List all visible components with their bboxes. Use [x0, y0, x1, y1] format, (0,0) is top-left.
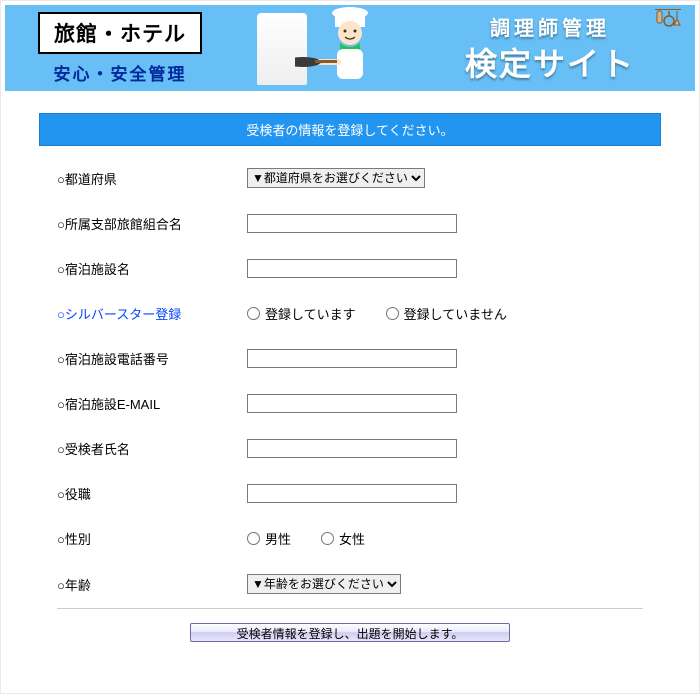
input-facility-email[interactable] — [247, 394, 457, 413]
radio-gender-female[interactable]: 女性 — [321, 529, 365, 548]
input-facility-phone[interactable] — [247, 349, 457, 368]
row-prefecture: ○都道府県 ▼都道府県をお選びください — [57, 168, 643, 188]
label-examinee-name: ○受検者氏名 — [57, 439, 247, 458]
registration-form: ○都道府県 ▼都道府県をお選びください ○所属支部旅館組合名 ○宿泊施設名 ○シ… — [39, 168, 661, 594]
row-examinee-name: ○受検者氏名 — [57, 439, 643, 458]
input-branch-union[interactable] — [247, 214, 457, 233]
banner-right-line2: 検定サイト — [465, 39, 635, 85]
banner-left: 旅館・ホテル 安心・安全管理 — [5, 5, 235, 91]
banner-illustration — [235, 5, 405, 91]
radio-gender-male-input[interactable] — [247, 532, 260, 545]
row-age: ○年齢 ▼年齢をお選びください — [57, 574, 643, 594]
input-position[interactable] — [247, 484, 457, 503]
row-silver-star: ○シルバースター登録 登録しています 登録していません — [57, 304, 643, 323]
radio-silver-no-input[interactable] — [386, 307, 399, 320]
content-area: 受検者の情報を登録してください。 ○都道府県 ▼都道府県をお選びください ○所属… — [39, 113, 661, 642]
label-silver-star: ○シルバースター登録 — [57, 304, 247, 323]
row-facility-phone: ○宿泊施設電話番号 — [57, 349, 643, 368]
select-prefecture[interactable]: ▼都道府県をお選びください — [247, 168, 425, 188]
row-position: ○役職 — [57, 484, 643, 503]
banner-left-subtitle: 安心・安全管理 — [54, 60, 187, 85]
input-facility-name[interactable] — [247, 259, 457, 278]
radio-silver-yes[interactable]: 登録しています — [247, 304, 356, 323]
label-prefecture: ○都道府県 — [57, 169, 247, 188]
input-examinee-name[interactable] — [247, 439, 457, 458]
label-gender: ○性別 — [57, 529, 247, 548]
select-age[interactable]: ▼年齢をお選びください — [247, 574, 401, 594]
radio-silver-yes-label: 登録しています — [265, 304, 356, 323]
radio-gender-male[interactable]: 男性 — [247, 529, 291, 548]
label-facility-email: ○宿泊施設E-MAIL — [57, 394, 247, 413]
page-root: 旅館・ホテル 安心・安全管理 — [0, 0, 700, 694]
kitchen-utensils-icon — [651, 9, 685, 35]
radio-silver-no-label: 登録していません — [404, 304, 507, 323]
form-header: 受検者の情報を登録してください。 — [39, 113, 661, 146]
radio-gender-male-label: 男性 — [265, 529, 291, 548]
radio-gender-female-label: 女性 — [339, 529, 365, 548]
divider — [57, 608, 643, 609]
row-facility-email: ○宿泊施設E-MAIL — [57, 394, 643, 413]
banner-right-line1: 調理師管理 — [490, 12, 610, 41]
label-facility-name: ○宿泊施設名 — [57, 259, 247, 278]
row-gender: ○性別 男性 女性 — [57, 529, 643, 548]
chef-icon — [295, 7, 405, 91]
radio-silver-yes-input[interactable] — [247, 307, 260, 320]
submit-button[interactable]: 受検者情報を登録し、出題を開始します。 — [190, 623, 510, 642]
label-branch-union: ○所属支部旅館組合名 — [57, 214, 247, 233]
radio-gender-female-input[interactable] — [321, 532, 334, 545]
label-position: ○役職 — [57, 484, 247, 503]
row-branch-union: ○所属支部旅館組合名 — [57, 214, 643, 233]
label-facility-phone: ○宿泊施設電話番号 — [57, 349, 247, 368]
banner-left-title: 旅館・ホテル — [38, 12, 202, 54]
radio-silver-no[interactable]: 登録していません — [386, 304, 507, 323]
label-age: ○年齢 — [57, 575, 247, 594]
site-banner: 旅館・ホテル 安心・安全管理 — [5, 5, 695, 91]
row-facility-name: ○宿泊施設名 — [57, 259, 643, 278]
